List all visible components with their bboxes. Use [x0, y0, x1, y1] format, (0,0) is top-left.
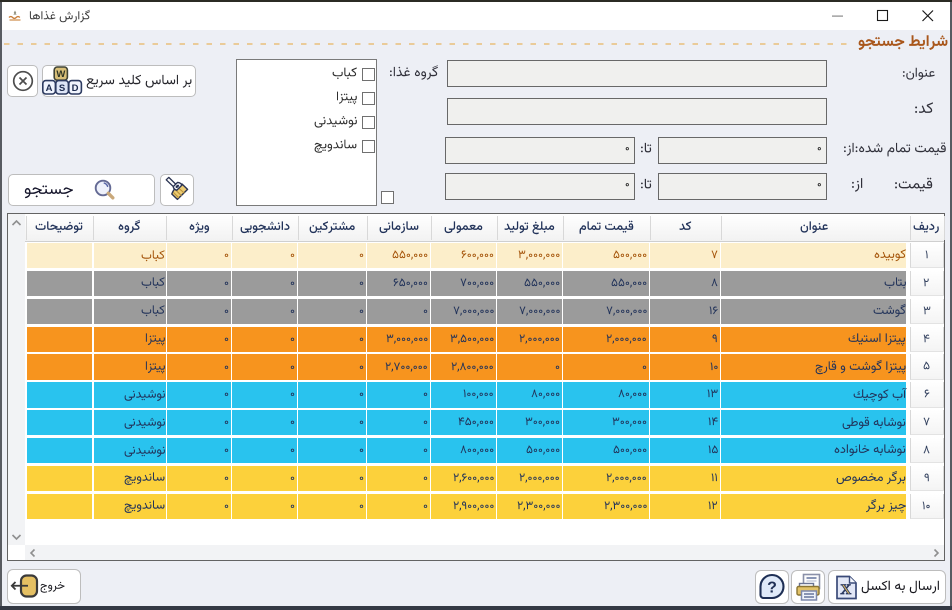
svg-text:A: A [46, 83, 53, 94]
svg-text:?: ? [767, 580, 777, 597]
svg-text:X: X [840, 582, 851, 598]
svg-text:W: W [56, 69, 65, 80]
svg-text:D: D [72, 83, 79, 94]
svg-text:S: S [59, 83, 65, 94]
